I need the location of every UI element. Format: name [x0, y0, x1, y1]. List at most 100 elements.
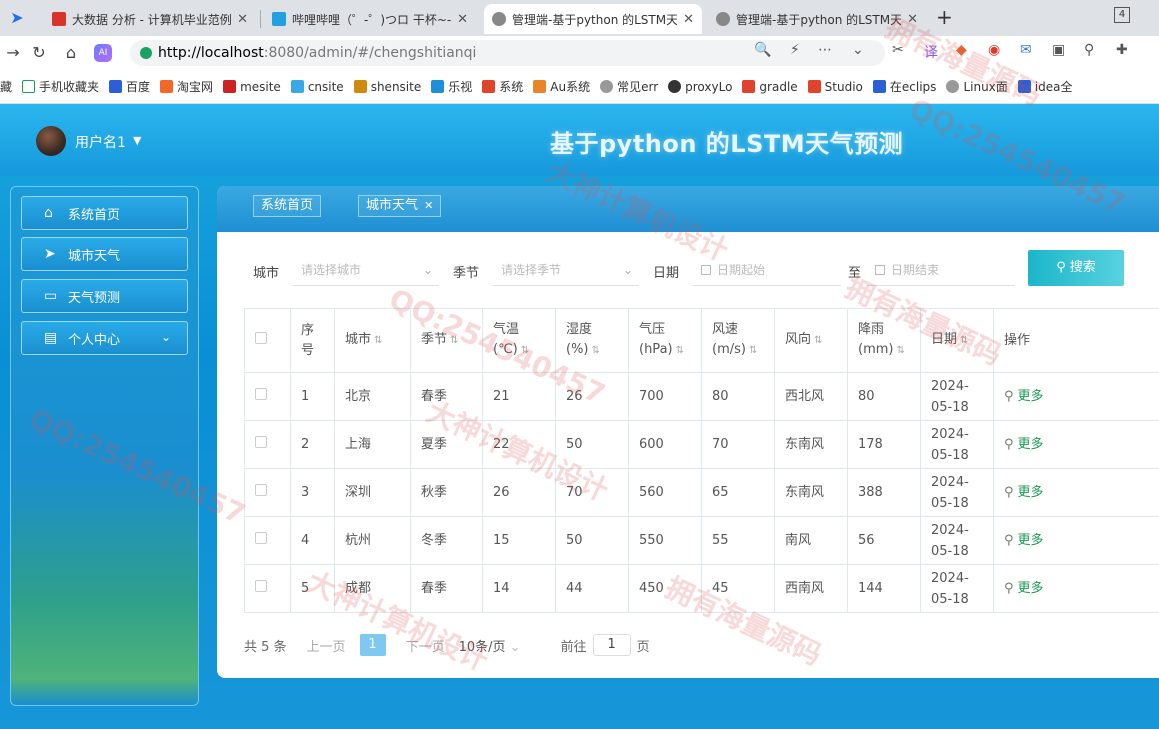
- tab-close-icon[interactable]: ✕: [907, 12, 918, 27]
- sort-icon[interactable]: ⇅: [521, 345, 529, 356]
- browser-tab-4[interactable]: 管理端-基于python 的LSTM天 ✕: [708, 4, 926, 34]
- cut-icon[interactable]: ✂: [892, 42, 904, 58]
- search-ext-icon[interactable]: ⚲: [1084, 42, 1094, 58]
- tab-close-icon[interactable]: ✕: [683, 12, 694, 27]
- next-page-button[interactable]: 下一页: [406, 636, 445, 655]
- bookmark-item[interactable]: 常见err: [600, 78, 658, 95]
- bookmark-item[interactable]: gradle: [742, 80, 798, 94]
- browser-tab-1[interactable]: 大数据 分析 - 计算机毕业范例 ✕: [44, 4, 256, 34]
- tab-count-badge[interactable]: 4: [1114, 7, 1130, 23]
- home-nav-icon[interactable]: ⌂: [58, 43, 84, 62]
- bookmark-item[interactable]: idea全: [1017, 78, 1072, 95]
- sort-icon[interactable]: ⇅: [374, 335, 382, 346]
- column-header-rain[interactable]: 降雨(mm) ⇅: [847, 308, 921, 373]
- bookmark-item[interactable]: mesite: [223, 80, 281, 94]
- sort-icon[interactable]: ⇅: [960, 335, 968, 346]
- weibo-icon[interactable]: ◉: [988, 42, 1000, 58]
- tab-close-icon[interactable]: ✕: [237, 12, 248, 27]
- column-header-temp[interactable]: 气温(℃) ⇅: [482, 308, 556, 373]
- row-checkbox[interactable]: [255, 484, 267, 496]
- row-checkbox[interactable]: [255, 436, 267, 448]
- caret-down-icon[interactable]: ▼: [133, 134, 141, 147]
- more-button[interactable]: ⚲ 更多: [1004, 389, 1044, 404]
- bookmark-item[interactable]: Au系统: [533, 78, 590, 95]
- column-header-wind-speed[interactable]: 风速(m/s) ⇅: [701, 308, 775, 373]
- more-button[interactable]: ⚲ 更多: [1004, 533, 1044, 548]
- extension-fox-icon[interactable]: ◆: [956, 42, 967, 58]
- column-header-season[interactable]: 季节 ⇅: [410, 308, 483, 373]
- sidebar-item-forecast[interactable]: ▭ 天气预测: [21, 279, 188, 313]
- column-header-wind-dir[interactable]: 风向 ⇅: [774, 308, 848, 373]
- bookmark-item[interactable]: 百度: [109, 78, 150, 95]
- address-bar[interactable]: http://localhost:8080/admin/#/chengshiti…: [130, 40, 885, 66]
- bookmark-item[interactable]: 乐视: [431, 78, 472, 95]
- row-checkbox[interactable]: [255, 580, 267, 592]
- city-select-placeholder: 请选择城市: [301, 263, 362, 277]
- prev-page-button[interactable]: 上一页: [307, 636, 346, 655]
- username-label[interactable]: 用户名1: [75, 132, 126, 152]
- bookmark-item[interactable]: cnsite: [290, 80, 344, 94]
- column-header-pressure[interactable]: 气压(hPa) ⇅: [628, 308, 702, 373]
- sidebar-item-profile[interactable]: ▤ 个人中心 ⌄: [21, 321, 188, 355]
- season-select[interactable]: 请选择季节 ⌄: [493, 254, 639, 286]
- search-button[interactable]: ⚲ 搜索: [1028, 250, 1124, 286]
- bookmark-item[interactable]: 藏: [0, 78, 12, 95]
- breadcrumb-home[interactable]: 系统首页: [253, 195, 322, 217]
- more-button[interactable]: ⚲ 更多: [1004, 485, 1044, 500]
- column-header-city[interactable]: 城市 ⇅: [334, 308, 411, 373]
- mail-icon[interactable]: ✉: [1020, 42, 1032, 58]
- browser-tab-2[interactable]: 哔哩哔哩（゜-゜)つロ 干杯~-b ✕: [264, 4, 476, 34]
- sort-icon[interactable]: ⇅: [814, 335, 822, 346]
- translate-icon[interactable]: 译: [924, 42, 938, 62]
- search-icon: ⚲: [1004, 533, 1014, 548]
- bookmark-item[interactable]: proxyLo: [668, 80, 732, 94]
- date-start-input[interactable]: 日期起始: [693, 254, 841, 286]
- sort-icon[interactable]: ⇅: [676, 345, 684, 356]
- forward-icon[interactable]: →: [0, 43, 26, 62]
- avatar[interactable]: [36, 126, 66, 156]
- bookmark-item[interactable]: Studio: [807, 80, 863, 94]
- ai-assistant-icon[interactable]: AI: [94, 44, 112, 62]
- bookmark-item[interactable]: 在eclips: [872, 78, 936, 95]
- bookmark-item[interactable]: 手机收藏夹: [22, 78, 99, 95]
- bookmark-item[interactable]: shensite: [353, 80, 421, 94]
- row-checkbox[interactable]: [255, 388, 267, 400]
- row-checkbox[interactable]: [255, 532, 267, 544]
- bookmark-item[interactable]: 淘宝网: [160, 78, 213, 95]
- sort-icon[interactable]: ⇅: [749, 345, 757, 356]
- bookmark-item[interactable]: 系统: [482, 78, 523, 95]
- page-number-current[interactable]: 1: [359, 634, 386, 656]
- more-button[interactable]: ⚲ 更多: [1004, 437, 1044, 452]
- close-icon[interactable]: ✕: [424, 199, 433, 212]
- sidebar-item-city-weather[interactable]: ➤ 城市天气: [21, 237, 188, 271]
- select-all-cell[interactable]: [244, 308, 291, 373]
- sort-icon[interactable]: ⇅: [450, 335, 458, 346]
- reload-icon[interactable]: ↻: [26, 43, 52, 62]
- column-header-date[interactable]: 日期 ⇅: [920, 308, 994, 373]
- sidebar-item-home[interactable]: ⌂ 系统首页: [21, 196, 188, 230]
- tab-close-icon[interactable]: ✕: [457, 12, 468, 27]
- browser-app-icon[interactable]: ➤: [4, 8, 30, 27]
- select-all-checkbox[interactable]: [255, 331, 267, 344]
- cell-city: 上海: [334, 420, 411, 469]
- zoom-icon[interactable]: 🔍: [754, 42, 771, 58]
- breadcrumb-current[interactable]: 城市天气 ✕: [358, 195, 442, 217]
- new-tab-button[interactable]: +: [936, 5, 953, 29]
- bookmark-item[interactable]: Linux面: [946, 78, 1008, 95]
- more-button[interactable]: ⚲ 更多: [1004, 581, 1044, 596]
- window-icon[interactable]: ▣: [1052, 42, 1065, 58]
- lightning-icon[interactable]: ⚡: [790, 42, 800, 58]
- browser-tab-3[interactable]: 管理端-基于python 的LSTM天 ✕: [484, 4, 702, 34]
- column-header-action: 操作: [993, 308, 1159, 373]
- column-header-humidity[interactable]: 湿度(%) ⇅: [555, 308, 629, 373]
- city-select[interactable]: 请选择城市 ⌄: [293, 254, 439, 286]
- more-icon[interactable]: ⋯: [818, 42, 832, 58]
- chevron-down-icon[interactable]: ⌄: [852, 42, 864, 58]
- page-size-select[interactable]: 10条/页 ⌄: [459, 636, 521, 655]
- sort-icon[interactable]: ⇅: [592, 345, 600, 356]
- sort-icon[interactable]: ⇅: [896, 345, 904, 356]
- cell-date: 2024-05-18: [920, 564, 994, 613]
- goto-page-input[interactable]: 1: [592, 634, 631, 656]
- date-end-input[interactable]: 日期结束: [867, 254, 1015, 286]
- puzzle-icon[interactable]: ✚: [1116, 42, 1128, 58]
